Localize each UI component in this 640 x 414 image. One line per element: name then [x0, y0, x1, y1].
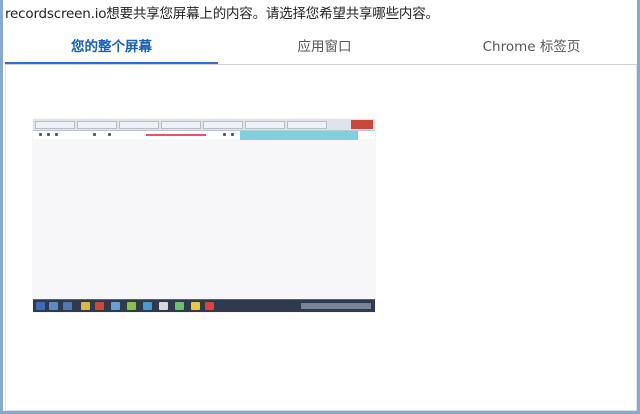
thumbnail-highlight-bar: [240, 131, 358, 140]
thumbnail-tab: [77, 121, 117, 129]
thumbnail-dot: [231, 133, 234, 136]
thumbnail-taskbar: [33, 299, 375, 312]
tab-entire-screen[interactable]: 您的整个屏幕: [5, 30, 218, 64]
thumbnail-dot: [93, 133, 96, 136]
taskbar-app-icon: [95, 302, 104, 310]
share-prompt-text: recordscreen.io想要共享您屏幕上的内容。请选择您希望共享哪些内容。: [5, 6, 439, 22]
thumbnail-dot: [39, 133, 42, 136]
thumbnail-tab: [35, 121, 75, 129]
start-icon: [36, 302, 45, 310]
taskbar-app-icon: [63, 302, 72, 310]
taskbar-tray: [301, 303, 371, 309]
tab-chrome-tab[interactable]: Chrome 标签页: [425, 30, 638, 64]
share-source-tabs: 您的整个屏幕 应用窗口 Chrome 标签页: [5, 30, 637, 65]
taskbar-app-icon: [175, 302, 184, 310]
tab-application-window[interactable]: 应用窗口: [218, 30, 431, 64]
thumbnail-tab: [287, 121, 327, 129]
thumbnail-tab: [119, 121, 159, 129]
taskbar-app-icon: [159, 302, 168, 310]
taskbar-app-icon: [81, 302, 90, 310]
thumbnail-close-icon: [351, 120, 373, 129]
taskbar-app-icon: [127, 302, 136, 310]
taskbar-app-icon: [49, 302, 58, 310]
thumbnail-red-line: [146, 134, 206, 136]
thumbnail-tab: [245, 121, 285, 129]
taskbar-app-icon: [191, 302, 200, 310]
thumbnail-dot: [47, 133, 50, 136]
taskbar-app-icon: [205, 302, 214, 310]
thumbnail-dot: [55, 133, 58, 136]
thumbnail-dot: [108, 133, 111, 136]
screen-thumbnail[interactable]: [33, 119, 375, 312]
thumbnail-browser-tabbar: [33, 119, 375, 131]
thumbnail-tab: [203, 121, 243, 129]
thumbnail-dot: [223, 133, 226, 136]
thumbnail-tab: [161, 121, 201, 129]
taskbar-app-icon: [143, 302, 152, 310]
share-screen-dialog: recordscreen.io想要共享您屏幕上的内容。请选择您希望共享哪些内容。…: [0, 0, 640, 414]
taskbar-app-icon: [111, 302, 120, 310]
